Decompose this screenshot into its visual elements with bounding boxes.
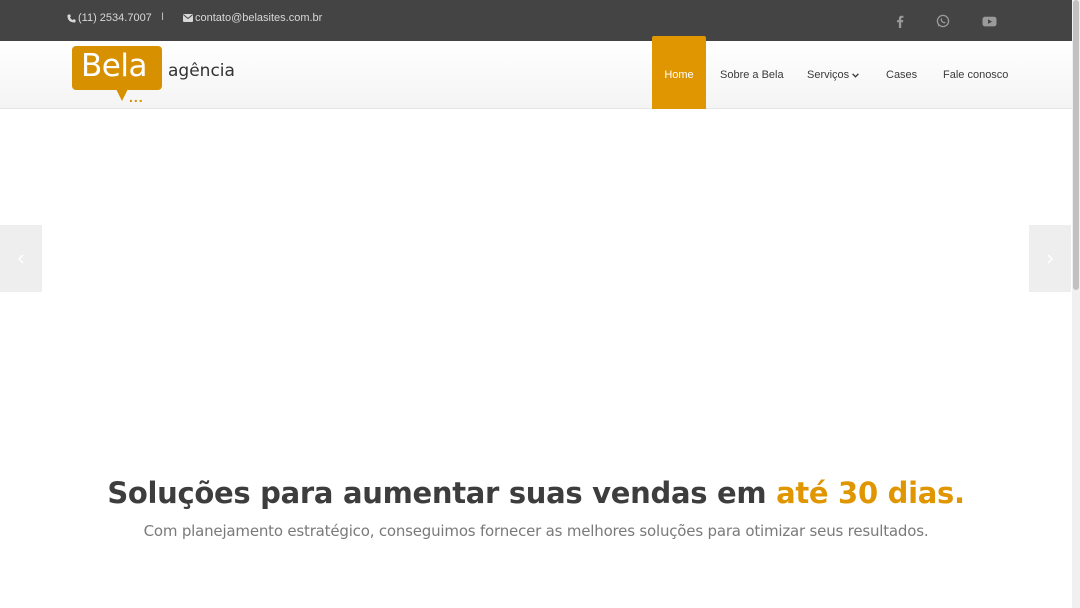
nav-servicos-label: Serviços: [807, 69, 850, 81]
header: Bela ... agência Home Sobre a Bela Servi…: [0, 36, 1072, 109]
hero-title-main: Soluções para aumentar suas vendas em: [107, 476, 777, 510]
whatsapp-icon[interactable]: [934, 12, 952, 30]
chevron-down-icon: [852, 72, 860, 78]
email-address: contato@belasites.com.br: [195, 12, 323, 24]
hero-title: Soluções para aumentar suas vendas em at…: [0, 476, 1072, 510]
nav-sobre-a-bela[interactable]: Sobre a Bela: [720, 41, 784, 109]
logo-subtitle: agência: [168, 61, 235, 81]
chevron-right-icon: [1047, 253, 1053, 264]
scrollbar-thumb[interactable]: [1073, 0, 1079, 290]
youtube-icon[interactable]: [980, 12, 998, 30]
phone-number: (11) 2534.7007: [78, 12, 152, 24]
hero-subtitle: Com planejamento estratégico, conseguimo…: [143, 522, 929, 540]
slider-next-button[interactable]: [1029, 225, 1071, 292]
logo-word: Bela: [81, 48, 147, 84]
logo-dots: ...: [129, 89, 144, 105]
phone-contact[interactable]: (11) 2534.7007: [67, 12, 152, 24]
nav-servicos[interactable]: Serviços: [807, 41, 860, 109]
top-bar: (11) 2534.7007 I contato@belasites.com.b…: [0, 0, 1072, 41]
nav-cases[interactable]: Cases: [886, 41, 917, 109]
bela-agencia-logo[interactable]: Bela ... agência: [72, 46, 242, 106]
nav-fale-conosco[interactable]: Fale conosco: [943, 41, 1008, 109]
nav-home[interactable]: Home: [652, 36, 706, 109]
contact-separator: I: [161, 11, 165, 23]
envelope-icon: [183, 14, 193, 22]
slider-prev-button[interactable]: [0, 225, 42, 292]
logo-bubble-tail: [116, 89, 128, 101]
hero-title-accent: até 30 dias.: [776, 476, 965, 510]
phone-icon: [67, 13, 76, 23]
email-contact[interactable]: contato@belasites.com.br: [183, 12, 322, 24]
chevron-left-icon: [18, 253, 24, 264]
page: (11) 2534.7007 I contato@belasites.com.b…: [0, 0, 1080, 608]
facebook-icon[interactable]: [891, 12, 909, 30]
page-scrollbar[interactable]: [1072, 0, 1080, 608]
